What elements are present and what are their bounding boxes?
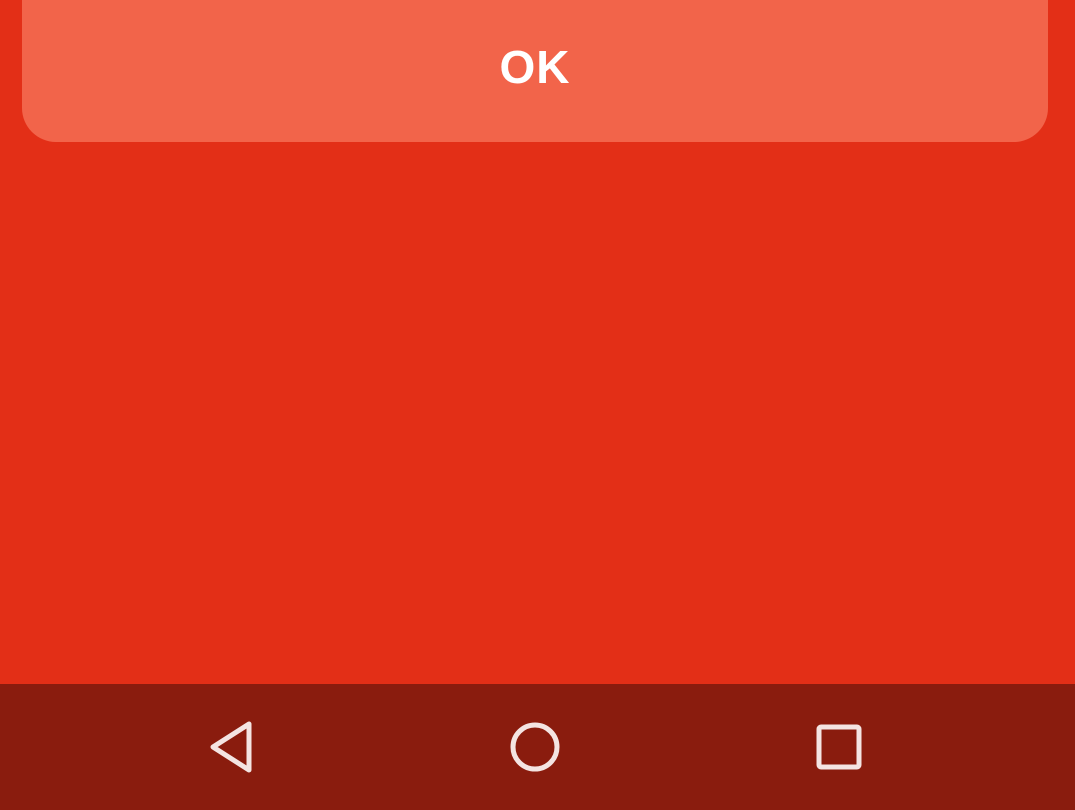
home-circle-icon — [510, 722, 560, 772]
recents-button[interactable] — [779, 684, 899, 810]
home-button[interactable] — [475, 684, 595, 810]
app-screen: OK — [0, 0, 1075, 810]
navigation-bar — [0, 684, 1075, 810]
back-button[interactable] — [172, 684, 292, 810]
ok-button-label: OK — [499, 41, 571, 93]
recents-square-icon — [816, 724, 862, 770]
back-triangle-icon — [210, 721, 252, 773]
ok-button[interactable]: OK — [22, 0, 1048, 142]
